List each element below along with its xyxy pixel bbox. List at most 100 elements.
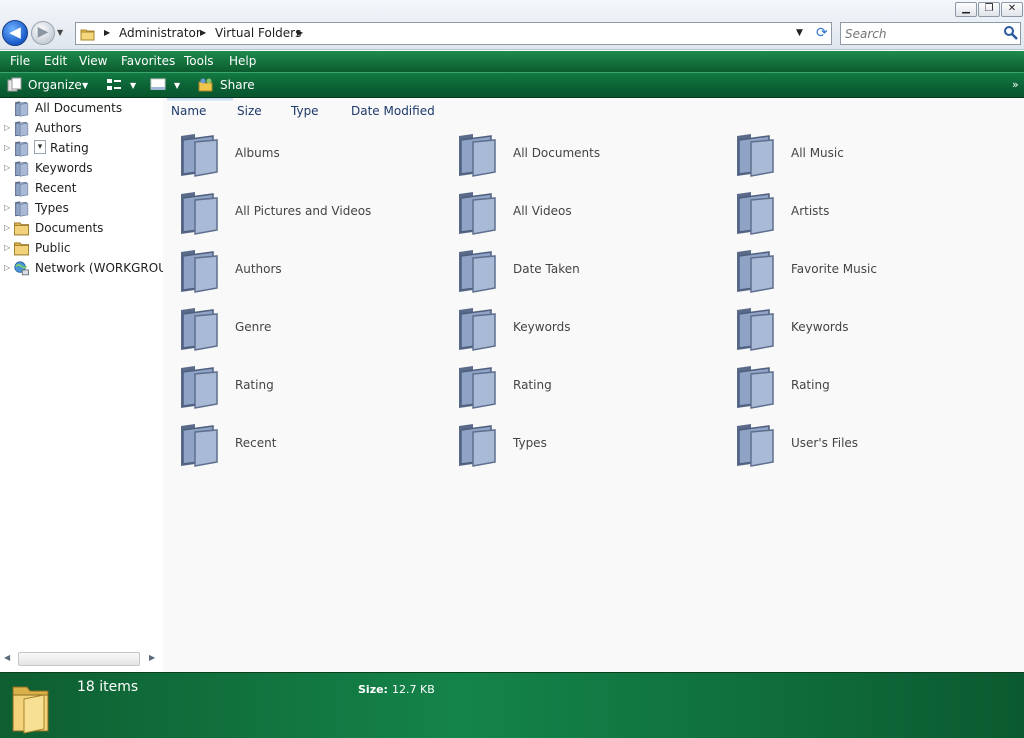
tile-label: Rating xyxy=(513,378,552,392)
menu-tools[interactable]: Tools xyxy=(184,54,214,68)
virtual-folder-icon xyxy=(737,424,774,467)
more-commands-button[interactable]: » xyxy=(1012,78,1019,91)
breadcrumb-virtual-folders[interactable]: Virtual Folders xyxy=(215,26,301,40)
virtual-folder-tile[interactable]: Rating xyxy=(731,362,1001,412)
expand-arrow-icon[interactable]: ▷ xyxy=(4,143,10,152)
menu-view[interactable]: View xyxy=(79,54,107,68)
nav-tree-item[interactable]: ▷ Types xyxy=(0,198,163,218)
virtual-folder-tile[interactable]: Types xyxy=(453,420,723,470)
tile-label: All Music xyxy=(791,146,844,160)
virtual-folder-tile[interactable]: Albums xyxy=(175,130,445,180)
virtual-folder-tile[interactable]: Rating xyxy=(175,362,445,412)
menu-file[interactable]: File xyxy=(10,54,30,68)
menu-edit[interactable]: Edit xyxy=(44,54,67,68)
filter-dropdown-icon[interactable]: ▾ xyxy=(34,140,46,154)
nav-tree-label: Types xyxy=(35,201,69,215)
organize-button[interactable]: Organize xyxy=(28,78,82,92)
nav-tree-label: Rating xyxy=(50,141,89,155)
network-icon xyxy=(14,261,29,276)
share-button[interactable]: Share xyxy=(220,78,255,92)
virtual-folder-tile[interactable]: Favorite Music xyxy=(731,246,1001,296)
scrollbar-thumb[interactable] xyxy=(18,652,140,666)
virtual-folder-icon xyxy=(737,250,774,293)
nav-tree-item[interactable]: ▷ Rating ▾ xyxy=(0,138,163,158)
nav-tree-item[interactable]: All Documents xyxy=(0,98,163,118)
expand-arrow-icon[interactable]: ▷ xyxy=(4,223,10,232)
address-dropdown-button[interactable]: ▼ xyxy=(796,28,803,38)
views-icon[interactable] xyxy=(106,77,122,93)
expand-arrow-icon[interactable]: ▷ xyxy=(4,243,10,252)
virtual-folder-tile[interactable]: All Pictures and Videos xyxy=(175,188,445,238)
virtual-folder-icon xyxy=(459,250,496,293)
virtual-folder-tile[interactable]: Keywords xyxy=(453,304,723,354)
column-header-date-modified[interactable]: Date Modified xyxy=(351,104,435,118)
views-dropdown-icon[interactable]: ▼ xyxy=(130,81,136,90)
virtual-folder-icon xyxy=(459,308,496,351)
column-header-name[interactable]: Name xyxy=(171,104,206,118)
virtual-folder-tile[interactable]: All Videos xyxy=(453,188,723,238)
nav-tree-label: Network (WORKGROUP xyxy=(35,261,163,275)
maximize-button[interactable]: ❐ xyxy=(978,2,1000,17)
minimize-button[interactable]: ▁ xyxy=(955,2,977,17)
breadcrumb-separator[interactable]: ▶ xyxy=(104,28,110,37)
navigation-pane: All Documents ▷ Authors ▷ Rating ▾ ▷ Keywords Re… xyxy=(0,98,163,672)
size-value: 12.7 KB xyxy=(392,683,435,696)
expand-arrow-icon[interactable]: ▷ xyxy=(4,263,10,272)
virtual-folder-tile[interactable]: Genre xyxy=(175,304,445,354)
virtual-folder-tile[interactable]: Rating xyxy=(453,362,723,412)
tile-label: All Documents xyxy=(513,146,601,160)
nav-tree-label: Public xyxy=(35,241,71,255)
search-icon[interactable] xyxy=(1003,25,1019,41)
folder-icon xyxy=(80,29,95,41)
title-bar: ▁ ❐ ✕ ◀ ▶ ▼ ▶ Administrator ▶ Virtual Fo… xyxy=(0,0,1024,50)
expand-arrow-icon[interactable]: ▷ xyxy=(4,123,10,132)
virtual-folder-tile[interactable]: Artists xyxy=(731,188,1001,238)
virtual-folder-tile[interactable]: Recent xyxy=(175,420,445,470)
column-header-type[interactable]: Type xyxy=(291,104,319,118)
nav-tree-item[interactable]: ▷ Documents xyxy=(0,218,163,238)
breadcrumb-separator[interactable]: ▶ xyxy=(200,28,206,37)
horizontal-scrollbar[interactable]: ◀ ▶ xyxy=(2,652,160,666)
tile-label: Rating xyxy=(791,378,830,392)
tile-label: Genre xyxy=(235,320,272,334)
back-button[interactable]: ◀ xyxy=(2,20,28,46)
expand-arrow-icon[interactable]: ▷ xyxy=(4,203,10,212)
virtual-folder-tile[interactable]: Keywords xyxy=(731,304,1001,354)
virtual-folder-tile[interactable]: All Music xyxy=(731,130,1001,180)
expand-arrow-icon[interactable]: ▷ xyxy=(4,163,10,172)
nav-tree-label: Authors xyxy=(35,121,82,135)
address-bar[interactable]: ▶ Administrator ▶ Virtual Folders ▶ ▼ ⟳ xyxy=(75,22,832,45)
nav-tree-label: All Documents xyxy=(35,101,123,115)
nav-tree-item[interactable]: ▷ Network (WORKGROUP xyxy=(0,258,163,278)
organize-dropdown-icon[interactable]: ▼ xyxy=(82,81,88,90)
breadcrumb-administrator[interactable]: Administrator xyxy=(119,26,201,40)
close-button[interactable]: ✕ xyxy=(1001,2,1023,17)
search-input[interactable] xyxy=(845,25,995,42)
recent-pages-dropdown[interactable]: ▼ xyxy=(57,28,63,37)
nav-tree-item[interactable]: ▷ Public xyxy=(0,238,163,258)
scroll-right-icon[interactable]: ▶ xyxy=(149,653,155,662)
forward-button[interactable]: ▶ xyxy=(31,21,55,45)
menu-favorites[interactable]: Favorites xyxy=(121,54,175,68)
virtual-folder-icon xyxy=(459,424,496,467)
tile-label: All Videos xyxy=(513,204,572,218)
virtual-folder-tile[interactable]: Date Taken xyxy=(453,246,723,296)
nav-tree-item[interactable]: ▷ Authors xyxy=(0,118,163,138)
refresh-icon[interactable]: ⟳ xyxy=(816,25,828,41)
virtual-folder-tile[interactable]: User's Files xyxy=(731,420,1001,470)
virtual-folder-icon xyxy=(181,192,218,235)
nav-tree-item[interactable]: ▷ Keywords xyxy=(0,158,163,178)
forward-arrow-icon: ▶ xyxy=(37,24,49,40)
column-header-size[interactable]: Size xyxy=(237,104,262,118)
virtual-folder-tile[interactable]: All Documents xyxy=(453,130,723,180)
scroll-left-icon[interactable]: ◀ xyxy=(4,653,10,662)
virtual-folder-tile[interactable]: Authors xyxy=(175,246,445,296)
nav-tree-label: Recent xyxy=(35,181,77,195)
layout-icon[interactable] xyxy=(150,77,166,93)
virtual-folder-icon xyxy=(459,366,496,409)
menu-help[interactable]: Help xyxy=(229,54,256,68)
layout-dropdown-icon[interactable]: ▼ xyxy=(174,81,180,90)
nav-tree-item[interactable]: Recent xyxy=(0,178,163,198)
breadcrumb-separator[interactable]: ▶ xyxy=(297,28,303,37)
virtual-folder-icon xyxy=(737,192,774,235)
